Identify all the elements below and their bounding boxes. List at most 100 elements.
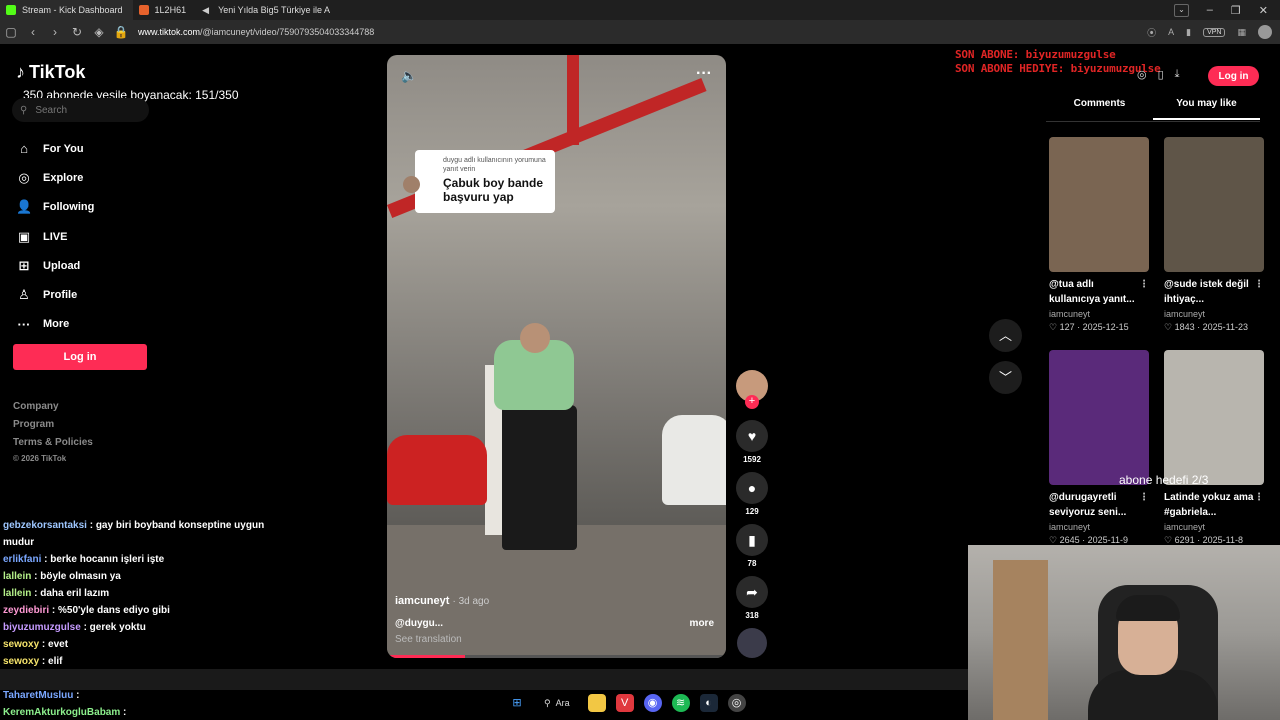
chat-username[interactable]: TaharetMusluu [3,690,73,701]
profile-avatar[interactable] [1258,25,1272,39]
recommended-video-card[interactable]: @sude istek değil ihtiyaç... ⋮ iamcuneyt ♡ … [1164,137,1264,333]
search-input[interactable]: ⚲ Search [12,98,149,122]
device-icon[interactable]: ▯ [1158,68,1164,81]
wallet-icon[interactable]: ▦ [1237,27,1246,38]
sidebar-item-explore[interactable]: ◎ Explore [16,163,94,192]
footer-link-company[interactable]: Company [13,398,93,416]
card-menu-icon[interactable]: ⋮ [1254,277,1264,292]
save-button[interactable]: ▮ 78 [736,524,768,568]
translate-icon[interactable]: A [1168,27,1174,37]
download-icon[interactable]: ⤓ [1175,68,1180,81]
chat-username[interactable]: KeremAkturkogluBabam [3,707,120,718]
volume-icon[interactable]: 🔈 [401,68,417,84]
share-button[interactable]: ➦ 318 [736,576,768,620]
video-thumbnail[interactable] [1049,137,1149,272]
minimize-icon[interactable]: – [1207,4,1213,17]
reload-icon[interactable]: ↻ [66,25,88,39]
chat-message: sewoxy : elif [3,653,263,670]
taskbar-search[interactable]: ⚲ Ara [536,698,578,709]
right-panel-tabs: Comments You may like [1046,98,1260,120]
sidebar-item-upload[interactable]: ⊞ Upload [16,251,94,280]
sidebar-toggle-icon[interactable]: ▢ [0,25,22,39]
sidebar-item-live[interactable]: ▣ LIVE [16,222,94,251]
sidebar-item-more[interactable]: ··· More [16,310,94,339]
video-thumbnail[interactable] [1049,350,1149,485]
tiktok-logo[interactable]: ♪ TikTok [16,62,85,83]
video-player[interactable]: duygu adlı kullanıcının yorumuna yanıt v… [387,55,726,658]
login-button[interactable]: Log in [13,344,147,370]
chat-username[interactable]: biyuzumuzgulse [3,622,81,633]
dancer-legs-graphic [502,405,577,550]
more-options-icon[interactable]: ··· [696,65,712,83]
tab-comments[interactable]: Comments [1046,98,1153,120]
video-thumbnail[interactable] [1164,137,1264,272]
video-author[interactable]: iamcuneyt · 3d ago [395,595,489,607]
tab-big5[interactable]: ◀ Yeni Yılda Big5 Türkiye ile A [196,0,340,20]
footer-link-terms[interactable]: Terms & Policies [13,434,93,452]
tab-list-icon[interactable]: ⌄ [1174,3,1189,17]
video-author[interactable]: iamcuneyt [1164,309,1264,319]
video-author[interactable]: iamcuneyt [1164,522,1264,532]
video-meta: ♡ 1843 · 2025-11-23 [1164,322,1248,332]
video-title: @sude istek değil ihtiyaç... ⋮ [1164,277,1264,305]
card-menu-icon[interactable]: ⋮ [1139,490,1149,505]
chat-username[interactable]: gebzekorsantaksi [3,520,87,531]
shield-icon[interactable]: ◈ [88,25,110,39]
vpn-button[interactable]: VPN [1203,27,1226,37]
music-disc-icon[interactable] [737,628,767,658]
bookmark-icon[interactable]: ▮ [1186,27,1191,38]
chevron-up-icon[interactable]: ︿ [989,319,1022,352]
forward-icon[interactable]: › [44,25,66,39]
creator-avatar[interactable]: + [736,370,768,409]
video-progress-bar[interactable] [387,655,726,658]
like-button[interactable]: ♥ 1592 [736,420,768,464]
file-explorer-icon[interactable] [587,694,606,712]
description-more-link[interactable]: more [690,618,714,629]
discord-icon[interactable]: ◉ [643,694,662,712]
chat-username[interactable]: lallein [3,588,31,599]
chat-username[interactable]: zeydiebiri [3,605,49,616]
tab-1l2h61[interactable]: 1L2H61 [133,0,197,20]
video-thumbnail[interactable] [1164,350,1264,485]
url-field[interactable]: www.tiktok.com/@iamcuneyt/video/75907935… [138,27,374,37]
explore-icon[interactable]: ◎ [1137,68,1147,81]
recommended-video-card[interactable]: @durugayretli seviyoruz seni... ⋮ iamcuney… [1049,350,1149,546]
see-translation-link[interactable]: See translation [395,634,462,645]
steam-icon[interactable]: ◐ [699,694,718,712]
follow-plus-icon[interactable]: + [745,395,759,409]
footer-links: Company Program Terms & Policies © 2026 … [13,398,93,466]
chevron-down-icon[interactable]: ﹀ [989,361,1022,394]
upload-icon: ⊞ [18,257,30,273]
windows-start-icon[interactable]: ⊞ [508,694,526,712]
obs-icon[interactable]: ◎ [727,694,746,712]
video-author[interactable]: iamcuneyt [1049,309,1149,319]
sidebar-item-profile[interactable]: ♙ Profile [16,280,94,309]
tab-you-may-like[interactable]: You may like [1153,98,1260,120]
spotify-icon[interactable]: ≋ [671,694,690,712]
cast-icon[interactable]: ⦿ [1147,26,1156,39]
chat-username[interactable]: erlikfani [3,554,41,565]
tab-kick-dashboard[interactable]: Stream - Kick Dashboard [0,0,133,20]
back-icon[interactable]: ‹ [22,25,44,39]
close-icon[interactable]: ✕ [1259,4,1268,17]
login-button-top[interactable]: Log in [1208,66,1259,86]
live-icon: ▣ [17,228,31,244]
sidebar-item-following[interactable]: 👤 Following [16,193,94,222]
recommended-video-card[interactable]: @tua adlı kullanıcıya yanıt... ⋮ iamcuneyt… [1049,137,1149,333]
maximize-icon[interactable]: ❐ [1231,4,1241,17]
chat-username[interactable]: sewoxy [3,656,39,667]
chat-message: biyuzumuzgulse : gerek yoktu [3,619,263,636]
chat-username[interactable]: sewoxy [3,639,39,650]
card-menu-icon[interactable]: ⋮ [1254,490,1264,505]
recommended-video-card[interactable]: Latinde yokuz ama #gabriela... ⋮ iamcuneyt… [1164,350,1264,546]
chat-text: : %50'yle dans ediyo gibi [51,605,170,616]
comment-button[interactable]: ● 129 [736,472,768,516]
sidebar-item-for-you[interactable]: ⌂ For You [16,134,94,163]
footer-link-program[interactable]: Program [13,416,93,434]
address-bar: ▢ ‹ › ↻ ◈ 🔒 www.tiktok.com/@iamcuneyt/vi… [0,20,1280,44]
video-author[interactable]: iamcuneyt [1049,522,1149,532]
chat-username[interactable]: lallein [3,571,31,582]
vivaldi-icon[interactable]: V [615,694,634,712]
card-menu-icon[interactable]: ⋮ [1139,277,1149,292]
chat-text: : [76,690,80,701]
